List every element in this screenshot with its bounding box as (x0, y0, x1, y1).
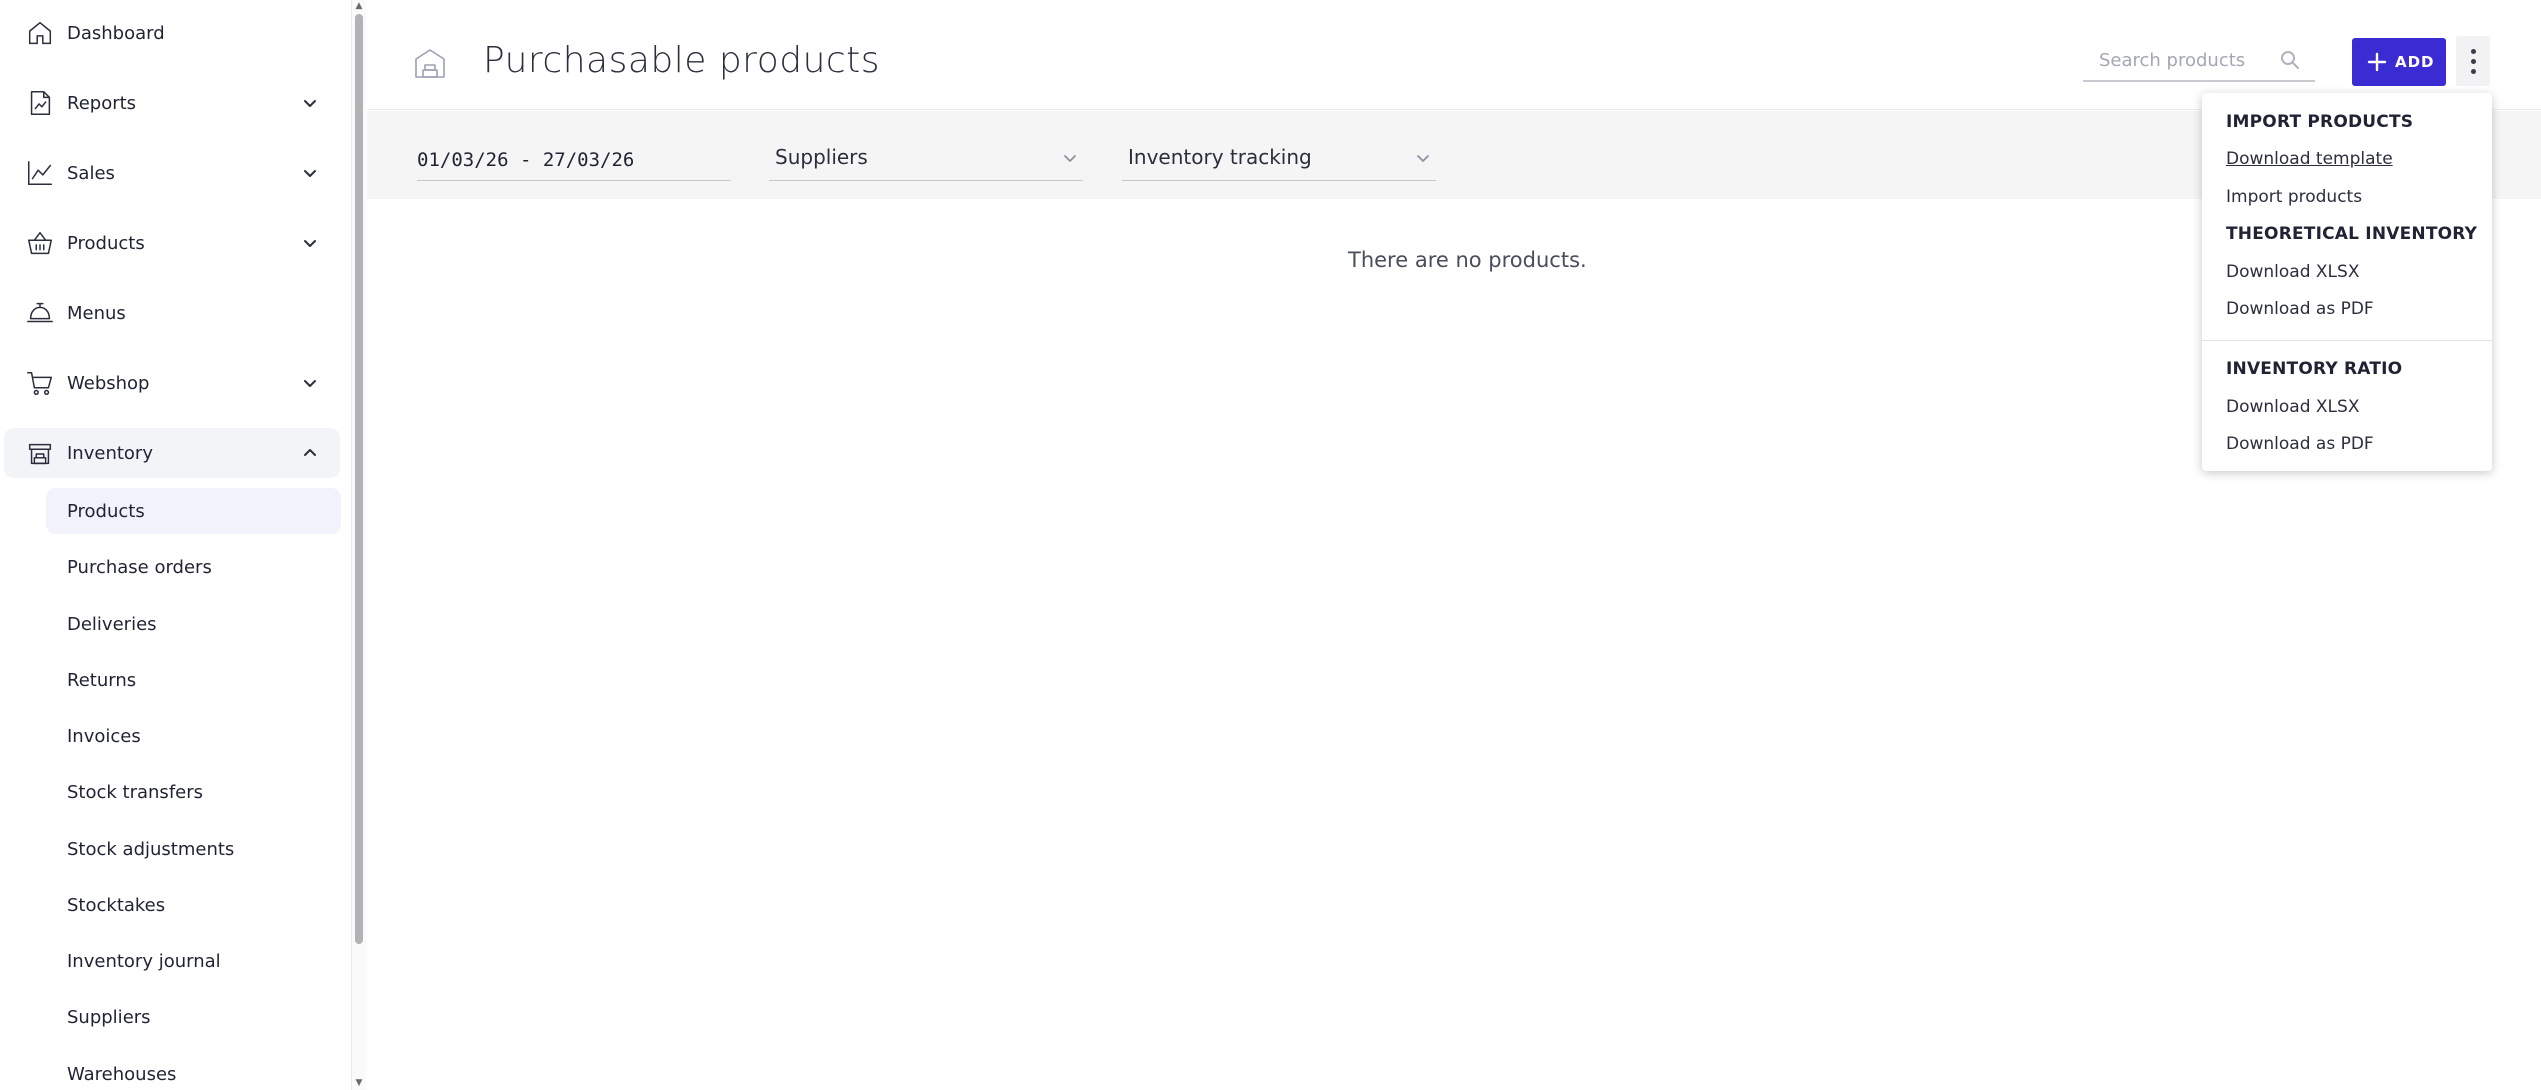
sidebar-subitem-returns[interactable]: Returns (46, 657, 341, 703)
warehouse-icon (412, 45, 448, 81)
suppliers-select[interactable]: Suppliers (769, 133, 1083, 181)
sidebar-item-label: Sales (67, 162, 115, 184)
chevron-down-icon (300, 373, 320, 393)
menu-item-import-products[interactable]: Import products (2226, 187, 2362, 207)
sidebar-subitem-stocktakes[interactable]: Stocktakes (46, 882, 341, 928)
scroll-up-arrow-icon[interactable]: ▲ (354, 1, 364, 11)
chevron-down-icon (300, 93, 320, 113)
search-icon[interactable] (2279, 49, 2301, 71)
sidebar-item-inventory[interactable]: Inventory (4, 428, 340, 478)
empty-state-message: There are no products. (1348, 248, 1587, 272)
chevron-up-icon (300, 443, 320, 463)
sidebar-item-label: Dashboard (67, 22, 165, 44)
menu-item-download-template[interactable]: Download template (2226, 149, 2393, 169)
add-button-label: ADD (2395, 53, 2435, 71)
sidebar-subitem-label: Inventory journal (67, 950, 221, 972)
chevron-down-icon (300, 163, 320, 183)
kebab-menu-icon (2471, 69, 2476, 74)
sidebar-subitem-label: Stock adjustments (67, 838, 235, 860)
menu-item-ratio-download-pdf[interactable]: Download as PDF (2226, 434, 2374, 454)
sidebar-subitem-stock-transfers[interactable]: Stock transfers (46, 769, 341, 815)
menu-section-theoretical-inventory: THEORETICAL INVENTORY (2226, 224, 2478, 244)
date-range-value: 01/03/26 - 27/03/26 (417, 149, 635, 171)
sidebar-item-dashboard[interactable]: Dashboard (4, 8, 340, 58)
scrollbar-thumb[interactable] (355, 14, 363, 944)
sidebar-subitem-label: Deliveries (67, 613, 157, 635)
menu-item-theoretical-download-xlsx[interactable]: Download XLSX (2226, 262, 2359, 282)
sidebar-subitem-deliveries[interactable]: Deliveries (46, 601, 341, 647)
sidebar-subitem-label: Stocktakes (67, 894, 166, 916)
sidebar-subitem-products[interactable]: Products (46, 488, 341, 534)
sidebar-scrollbar[interactable]: ▲ ▼ (352, 0, 366, 1090)
sidebar-item-label: Products (67, 232, 145, 254)
sidebar-subitem-label: Purchase orders (67, 556, 212, 578)
scroll-down-arrow-icon[interactable]: ▼ (354, 1078, 364, 1088)
report-icon (24, 87, 56, 119)
menu-section-inventory-ratio: INVENTORY RATIO (2226, 359, 2403, 379)
kebab-menu-icon (2471, 59, 2476, 64)
plus-icon (2365, 50, 2389, 74)
sidebar-subitem-purchase-orders[interactable]: Purchase orders (46, 544, 341, 590)
chevron-down-icon (1414, 149, 1432, 167)
search-input[interactable] (2083, 40, 2283, 80)
sidebar-subitem-invoices[interactable]: Invoices (46, 713, 341, 759)
sidebar-subitem-inventory-journal[interactable]: Inventory journal (46, 938, 341, 984)
menu-item-theoretical-download-pdf[interactable]: Download as PDF (2226, 299, 2374, 319)
sidebar-subitem-label: Stock transfers (67, 781, 204, 803)
basket-icon (24, 227, 56, 259)
sidebar-subitem-label: Products (67, 500, 145, 522)
sidebar-item-label: Webshop (67, 372, 150, 394)
cart-icon (24, 367, 56, 399)
kebab-menu-icon (2471, 49, 2476, 54)
menu-divider (2202, 340, 2492, 341)
sidebar-item-menus[interactable]: Menus (4, 288, 340, 338)
sidebar-item-label: Inventory (67, 442, 153, 464)
add-button[interactable]: ADD (2352, 38, 2446, 86)
date-range-field[interactable]: 01/03/26 - 27/03/26 (417, 135, 731, 181)
sidebar-item-sales[interactable]: Sales (4, 148, 340, 198)
chevron-down-icon (1061, 149, 1079, 167)
menu-item-ratio-download-xlsx[interactable]: Download XLSX (2226, 397, 2359, 417)
more-options-menu: IMPORT PRODUCTS Download template Import… (2202, 93, 2492, 471)
suppliers-select-value: Suppliers (775, 145, 868, 169)
sidebar-subitem-warehouses[interactable]: Warehouses (46, 1051, 341, 1090)
sidebar-subitem-suppliers[interactable]: Suppliers (46, 994, 341, 1040)
chevron-down-icon (300, 233, 320, 253)
sidebar-subitem-label: Invoices (67, 725, 141, 747)
inventory-tracking-select[interactable]: Inventory tracking (1122, 133, 1436, 181)
sidebar-subitem-label: Warehouses (67, 1063, 177, 1085)
sidebar-subitem-label: Suppliers (67, 1006, 151, 1028)
menu-section-import-products: IMPORT PRODUCTS (2226, 112, 2414, 132)
sidebar-item-products[interactable]: Products (4, 218, 340, 268)
home-icon (24, 17, 56, 49)
sidebar-subitem-stock-adjustments[interactable]: Stock adjustments (46, 826, 341, 872)
sidebar-subitem-label: Returns (67, 669, 137, 691)
sidebar-item-webshop[interactable]: Webshop (4, 358, 340, 408)
more-options-button[interactable] (2456, 36, 2490, 86)
inventory-tracking-select-value: Inventory tracking (1128, 145, 1312, 169)
search-box (2083, 40, 2315, 82)
warehouse-icon (24, 437, 56, 469)
chart-line-icon (24, 157, 56, 189)
page-title: Purchasable products (483, 40, 881, 81)
sidebar-item-label: Menus (67, 302, 126, 324)
sidebar: Dashboard Reports Sales Products Menus W… (0, 0, 352, 1090)
sidebar-item-reports[interactable]: Reports (4, 78, 340, 128)
bell-icon (24, 297, 56, 329)
sidebar-item-label: Reports (67, 92, 137, 114)
